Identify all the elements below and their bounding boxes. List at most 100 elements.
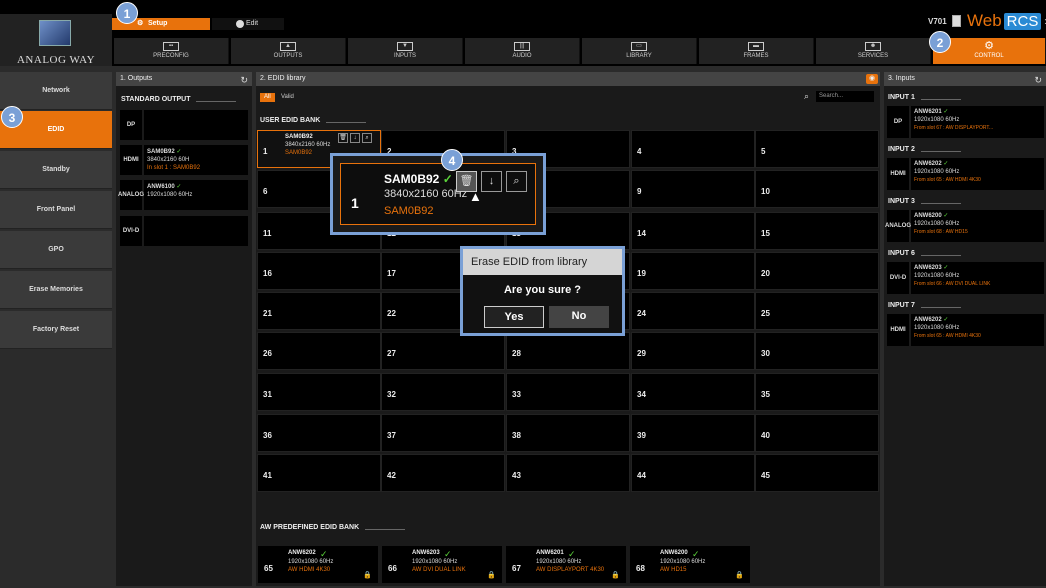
edid-slot[interactable]: 19 [631, 252, 755, 290]
magnify-icon[interactable]: ⌕ [362, 133, 372, 143]
edid-name: ANW6201 [536, 550, 564, 556]
edid-resolution: 3840x2160 60Hz [384, 188, 468, 200]
edid-slot[interactable]: 31 [257, 373, 381, 411]
edid-slot[interactable]: 44 [631, 454, 755, 492]
edid-slot[interactable]: 33 [506, 373, 630, 411]
edid-slot[interactable]: 32 [381, 373, 505, 411]
edid-slot[interactable]: 45 [755, 454, 879, 492]
edid-slot[interactable]: 26 [257, 332, 381, 370]
input-row[interactable]: ANALOG ANW6200 ✓ 1920x1080 60Hz From slot 6… [885, 210, 1044, 242]
predefined-slot-66[interactable]: 66 ANW6203 ✓ 1920x1080 60Hz AW DVI DUAL … [382, 546, 502, 583]
edid-slot[interactable]: 39 [631, 414, 755, 452]
edid-resolution: 1920x1080 60Hz [914, 325, 960, 331]
edid-slot[interactable]: 5 [755, 130, 879, 168]
download-icon[interactable]: ↓ [481, 171, 502, 192]
edid-slot[interactable]: 9 [631, 170, 755, 208]
sidebar-item-factory-reset[interactable]: Factory Reset [0, 311, 112, 349]
sidebar-item-standby[interactable]: Standby [0, 151, 112, 189]
slot-number: 42 [387, 471, 396, 480]
edid-slot[interactable]: 4 [631, 130, 755, 168]
nav-tab-library[interactable]: ▭ LIBRARY [582, 38, 697, 64]
sidebar-item-erase-memories[interactable]: Erase Memories [0, 271, 112, 309]
edid-slot[interactable]: 14 [631, 212, 755, 250]
slot-number: 36 [263, 431, 272, 440]
predefined-slot-65[interactable]: 65 ANW6202 ✓ 1920x1080 60Hz AW HDMI 4K30… [258, 546, 378, 583]
eye-icon[interactable]: ◉ [866, 74, 878, 84]
slot-number: 5 [761, 147, 766, 156]
search-input[interactable]: Search... [816, 91, 874, 102]
edid-source-slot: From slot 66 : AW DVI DUAL LINK [914, 281, 991, 287]
magnify-icon[interactable]: ⌕ [506, 171, 527, 192]
document-icon[interactable] [952, 15, 961, 27]
output-type: ANALOG [118, 180, 144, 210]
edid-slot[interactable]: 20 [755, 252, 879, 290]
edid-slot[interactable]: 15 [755, 212, 879, 250]
edid-slot[interactable]: 34 [631, 373, 755, 411]
edid-slot[interactable]: 25 [755, 292, 879, 330]
input-row[interactable]: DVI-D ANW6203 ✓ 1920x1080 60Hz From slot 66… [887, 262, 1044, 294]
edid-name: SAM0B92 ✓ [384, 172, 453, 186]
input-type: ANALOG [885, 210, 911, 242]
edid-slot[interactable]: 36 [257, 414, 381, 452]
download-icon[interactable]: ↓ [350, 133, 360, 143]
refresh-icon[interactable]: ↻ [240, 73, 248, 87]
logo: ANALOG WAY [0, 14, 112, 68]
edid-slot[interactable]: 38 [506, 414, 630, 452]
nav-tab-inputs[interactable]: ▼ INPUTS [348, 38, 463, 64]
slot-number: 37 [387, 431, 396, 440]
edid-slot[interactable]: 16 [257, 252, 381, 290]
output-row-dvi[interactable]: DVI-D [120, 216, 248, 246]
nav-tab-services[interactable]: ☻ SERVICES [816, 38, 931, 64]
filter-all-button[interactable]: All [260, 93, 275, 102]
edid-slot[interactable]: 40 [755, 414, 879, 452]
refresh-icon[interactable]: ↻ [1034, 73, 1042, 87]
lock-icon: 🔒 [487, 572, 496, 579]
slot-number: 10 [761, 187, 770, 196]
gears-icon: ⚙ [984, 40, 994, 52]
predefined-slot-67[interactable]: 67 ANW6201 ✓ 1920x1080 60Hz AW DISPLAYPO… [506, 546, 626, 583]
output-row-analog[interactable]: ANALOG ANW6100 ✓ 1920x1080 60Hz [118, 180, 248, 210]
edid-slot[interactable]: 28 [506, 332, 630, 370]
yes-button[interactable]: Yes [484, 306, 544, 328]
output-row-dp[interactable]: DP [120, 110, 248, 140]
filter-valid-button[interactable]: Valid [277, 93, 298, 102]
input-group-title: INPUT 1 [888, 94, 961, 101]
input-type: DP [887, 106, 909, 138]
edid-slot[interactable]: 29 [631, 332, 755, 370]
edid-slot[interactable]: 27 [381, 332, 505, 370]
output-row-hdmi[interactable]: HDMI SAM0B92 ✓ 3840x2160 60H In slot 1 :… [120, 145, 248, 175]
inputs-icon: ▼ [397, 42, 413, 51]
input-info: ANW6201 ✓ 1920x1080 60Hz From slot 67 : AW… [911, 106, 1044, 138]
predefined-slot-68[interactable]: 68 ANW6200 ✓ 1920x1080 60Hz AW HD15 🔒 [630, 546, 750, 583]
edid-slot[interactable]: 42 [381, 454, 505, 492]
standard-output-title: STANDARD OUTPUT [121, 96, 238, 103]
edid-slot[interactable]: 30 [755, 332, 879, 370]
edid-slot[interactable]: 43 [506, 454, 630, 492]
slot-number: 45 [761, 471, 770, 480]
edid-slot[interactable]: 37 [381, 414, 505, 452]
input-type: HDMI [887, 158, 909, 190]
edid-name: SAM0B92 [285, 134, 313, 140]
edid-slot[interactable]: 35 [755, 373, 879, 411]
no-button[interactable]: No [549, 306, 609, 328]
edid-slot[interactable]: 21 [257, 292, 381, 330]
edid-slot[interactable]: 10 [755, 170, 879, 208]
input-row[interactable]: DP ANW6201 ✓ 1920x1080 60Hz From slot 67 : … [887, 106, 1044, 138]
edit-mode-button[interactable]: Edit [212, 18, 284, 30]
slot-number: 28 [512, 349, 521, 358]
sidebar-item-front-panel[interactable]: Front Panel [0, 191, 112, 229]
nav-tab-preconfig[interactable]: ▪▪ PRECONFIG [114, 38, 229, 64]
sidebar-item-gpo[interactable]: GPO [0, 231, 112, 269]
trash-icon[interactable]: 🗑 [338, 133, 348, 143]
input-row[interactable]: HDMI ANW6202 ✓ 1920x1080 60Hz From slot 65 … [887, 158, 1044, 190]
nav-tab-frames[interactable]: ▬ FRAMES [699, 38, 814, 64]
edid-slot[interactable]: 41 [257, 454, 381, 492]
edid-slot[interactable]: 24 [631, 292, 755, 330]
nav-tab-audio[interactable]: ||| AUDIO [465, 38, 580, 64]
input-type: HDMI [887, 314, 909, 346]
nav-tab-outputs[interactable]: ▲ OUTPUTS [231, 38, 346, 64]
input-row[interactable]: HDMI ANW6202 ✓ 1920x1080 60Hz From slot 65 … [887, 314, 1044, 346]
sidebar-item-network[interactable]: Network [0, 72, 112, 110]
edit-label: Edit [246, 20, 259, 27]
zoomed-slot-card[interactable]: 1 SAM0B92 ✓ 3840x2160 60Hz SAM0B92 🗑 ↓ ⌕ [340, 163, 536, 225]
